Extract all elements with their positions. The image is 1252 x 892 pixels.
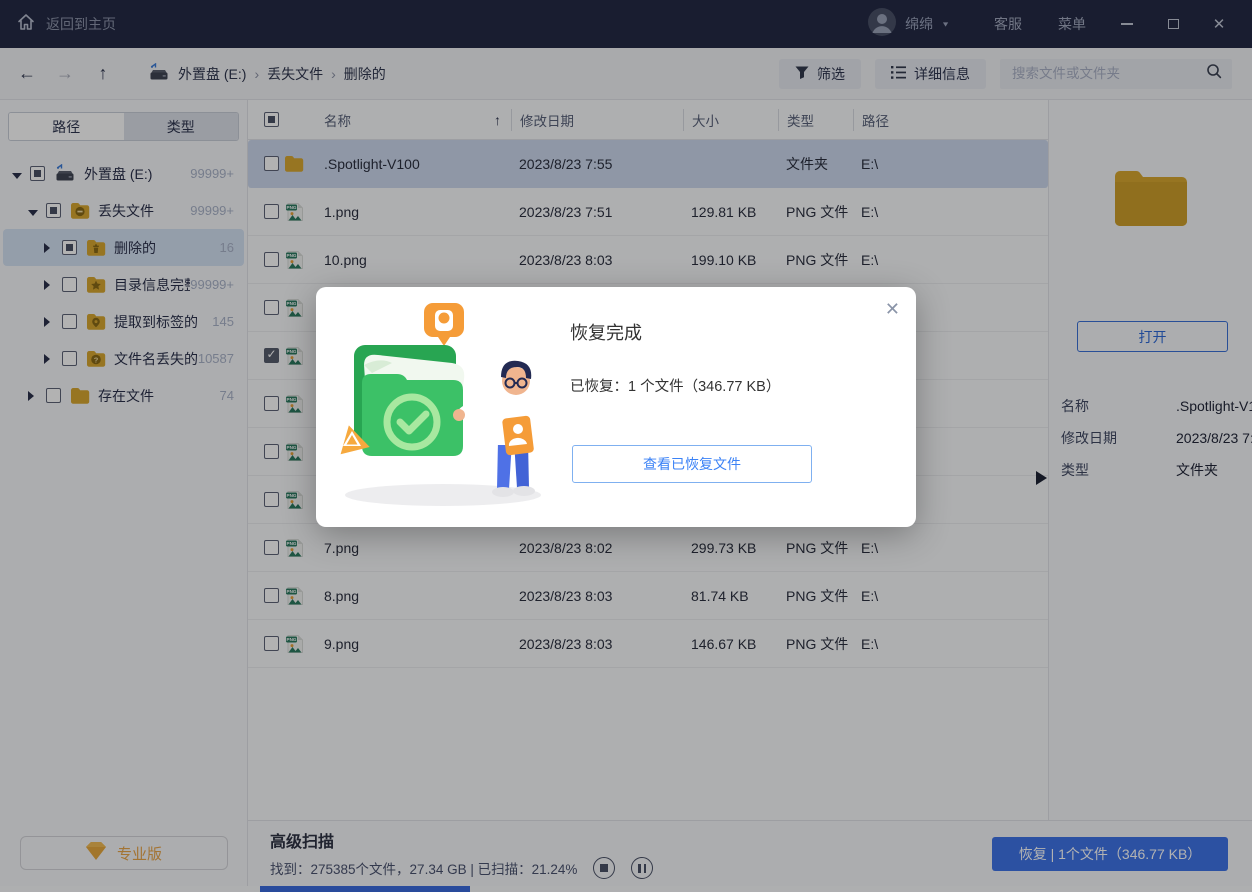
dialog-close-icon[interactable]: ✕ bbox=[885, 299, 900, 320]
dialog-title: 恢复完成 bbox=[570, 323, 642, 343]
view-recovered-files-button[interactable]: 查看已恢复文件 bbox=[572, 445, 812, 483]
app-window: 返回到主页 绵绵 ▼ 客服 菜单 ✕ ← → ↑ 外置盘 (E:) › 丢失文件 › 删… bbox=[0, 0, 1252, 892]
dialog-message: 已恢复：1 个文件（346.77 KB） bbox=[570, 379, 781, 395]
recovery-complete-dialog: ✕ 恢复完成 已恢复：1 个文件（346.77 KB） 查看已恢复文件 bbox=[316, 287, 916, 527]
recovery-illustration bbox=[338, 301, 553, 516]
